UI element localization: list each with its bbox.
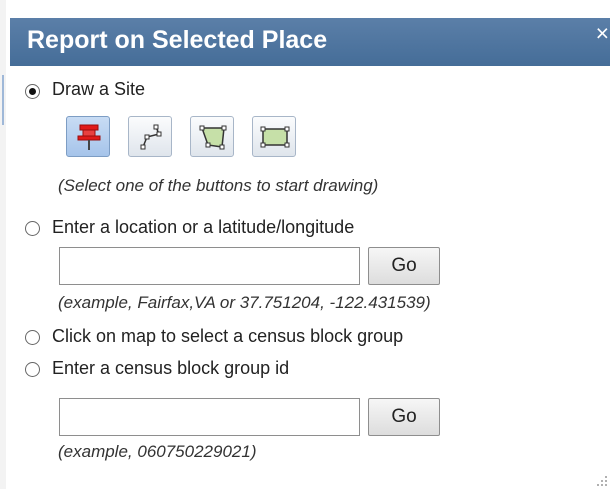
radio-map-click[interactable] [25, 330, 40, 345]
dialog-title-bar[interactable]: Report on Selected Place × [10, 18, 610, 66]
radio-map-click-label[interactable]: Click on map to select a census block gr… [52, 326, 403, 347]
draw-rectangle-tool-button[interactable] [252, 116, 296, 157]
block-group-hint: (example, 060750229021) [58, 442, 257, 461]
radio-location-label[interactable]: Enter a location or a latitude/longitude [52, 217, 354, 238]
draw-site-hint: (Select one of the buttons to start draw… [58, 176, 379, 195]
radio-block-group-label[interactable]: Enter a census block group id [52, 358, 289, 379]
resize-grip-icon[interactable] [594, 473, 608, 487]
block-group-go-button[interactable]: Go [368, 398, 440, 436]
radio-block-group[interactable] [25, 362, 40, 377]
draw-line-tool-button[interactable] [128, 116, 172, 157]
draw-line-icon [140, 124, 162, 150]
location-go-button[interactable]: Go [368, 247, 440, 285]
dialog-title: Report on Selected Place [27, 26, 328, 54]
background-map-edge [0, 0, 6, 489]
radio-draw-site[interactable] [25, 84, 40, 99]
location-input[interactable] [59, 247, 360, 285]
location-hint: (example, Fairfax,VA or 37.751204, -122.… [58, 293, 431, 312]
block-group-input[interactable] [59, 398, 360, 436]
draw-rectangle-icon [260, 126, 290, 148]
close-icon[interactable]: × [596, 22, 609, 45]
draw-polygon-icon [199, 125, 227, 150]
pushpin-icon [77, 124, 101, 150]
radio-draw-site-label[interactable]: Draw a Site [52, 79, 145, 100]
background-map-detail [2, 75, 4, 125]
pushpin-tool-button[interactable] [66, 116, 110, 157]
radio-location[interactable] [25, 221, 40, 236]
draw-polygon-tool-button[interactable] [190, 116, 234, 157]
dialog-body: Draw a Site (Select one of the buttons t… [10, 66, 610, 489]
